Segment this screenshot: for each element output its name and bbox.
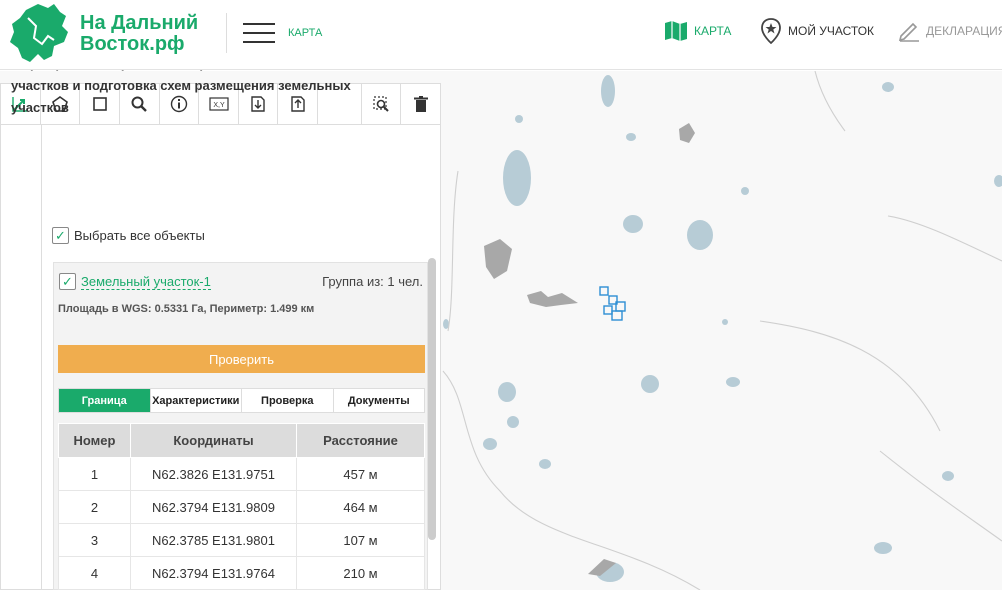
column-coordinates: Координаты	[130, 423, 297, 458]
select-all-label: Выбрать все объекты	[74, 228, 205, 243]
plot-checkbox[interactable]: ✓	[59, 273, 76, 290]
check-button[interactable]: Проверить	[58, 345, 425, 373]
table-row: 4 N62.3794 E131.9764 210 м	[58, 556, 425, 590]
header-divider	[226, 13, 227, 53]
plot-card: ✓ Земельный участок-1 Группа из: 1 чел. …	[53, 262, 428, 590]
plot-tabs: Граница Характеристики Проверка Документ…	[58, 388, 425, 413]
location-star-icon	[761, 18, 781, 44]
plot-header: ✓ Земельный участок-1	[59, 273, 211, 290]
header: На Дальний Восток.рф КАРТА КАРТА МОЙ УЧА…	[0, 0, 1002, 70]
logo-line2: Восток.рф	[80, 33, 185, 55]
nav-map[interactable]: КАРТА	[664, 16, 731, 46]
cell-number: 4	[58, 556, 131, 590]
table-row: 1 N62.3826 E131.9751 457 м	[58, 457, 425, 491]
cell-number: 2	[58, 490, 131, 524]
pen-icon	[898, 22, 919, 42]
tab-check[interactable]: Проверка	[242, 389, 334, 412]
menu-map-link[interactable]: КАРТА	[288, 27, 322, 39]
plot-name-link[interactable]: Земельный участок-1	[81, 274, 211, 290]
logo-line1: На Дальний	[80, 12, 199, 34]
scrollbar[interactable]	[428, 258, 436, 540]
nav-declaration-label: ДЕКЛАРАЦИЯ	[926, 24, 1002, 38]
table-header-row: Номер Координаты Расстояние	[58, 423, 425, 458]
map-icon	[665, 21, 687, 41]
logo-icon	[10, 4, 68, 62]
column-distance: Расстояние	[296, 423, 425, 458]
selected-plot-outline	[599, 286, 626, 321]
nav-map-label: КАРТА	[694, 24, 732, 38]
table-row: 2 N62.3794 E131.9809 464 м	[58, 490, 425, 524]
cell-coordinates: N62.3826 E131.9751	[130, 457, 297, 491]
column-number: Номер	[58, 423, 131, 458]
nav-my-plot-label: МОЙ УЧАСТОК	[788, 24, 875, 38]
group-info: Группа из: 1 чел.	[322, 274, 423, 289]
table-row: 3 N62.3785 E131.9801 107 м	[58, 523, 425, 557]
cell-number: 1	[58, 457, 131, 491]
cell-distance: 464 м	[296, 490, 425, 524]
tab-characteristics[interactable]: Характеристики	[151, 389, 242, 412]
cell-distance: 457 м	[296, 457, 425, 491]
area-perimeter: Площадь в WGS: 0.5331 Га, Периметр: 1.49…	[58, 303, 315, 315]
tab-documents[interactable]: Документы	[334, 389, 425, 412]
hamburger-menu-icon[interactable]	[243, 23, 275, 43]
cell-number: 3	[58, 523, 131, 557]
trash-icon[interactable]	[401, 84, 440, 124]
cell-coordinates: N62.3794 E131.9809	[130, 490, 297, 524]
checkmark-icon[interactable]: ✓	[52, 227, 69, 244]
cell-coordinates: N62.3794 E131.9764	[130, 556, 297, 590]
cell-distance: 107 м	[296, 523, 425, 557]
nav-declaration[interactable]: ДЕКЛАРАЦИЯ	[898, 16, 1002, 46]
cell-distance: 210 м	[296, 556, 425, 590]
coordinates-table: Номер Координаты Расстояние 1 N62.3826 E…	[58, 423, 425, 590]
nav-my-plot[interactable]: МОЙ УЧАСТОК	[760, 16, 874, 46]
select-all-checkbox[interactable]: ✓ Выбрать все объекты	[52, 227, 205, 244]
cell-coordinates: N62.3785 E131.9801	[130, 523, 297, 557]
tab-border[interactable]: Граница	[59, 389, 151, 412]
logo-text[interactable]: На Дальний Восток.рф	[80, 13, 198, 55]
